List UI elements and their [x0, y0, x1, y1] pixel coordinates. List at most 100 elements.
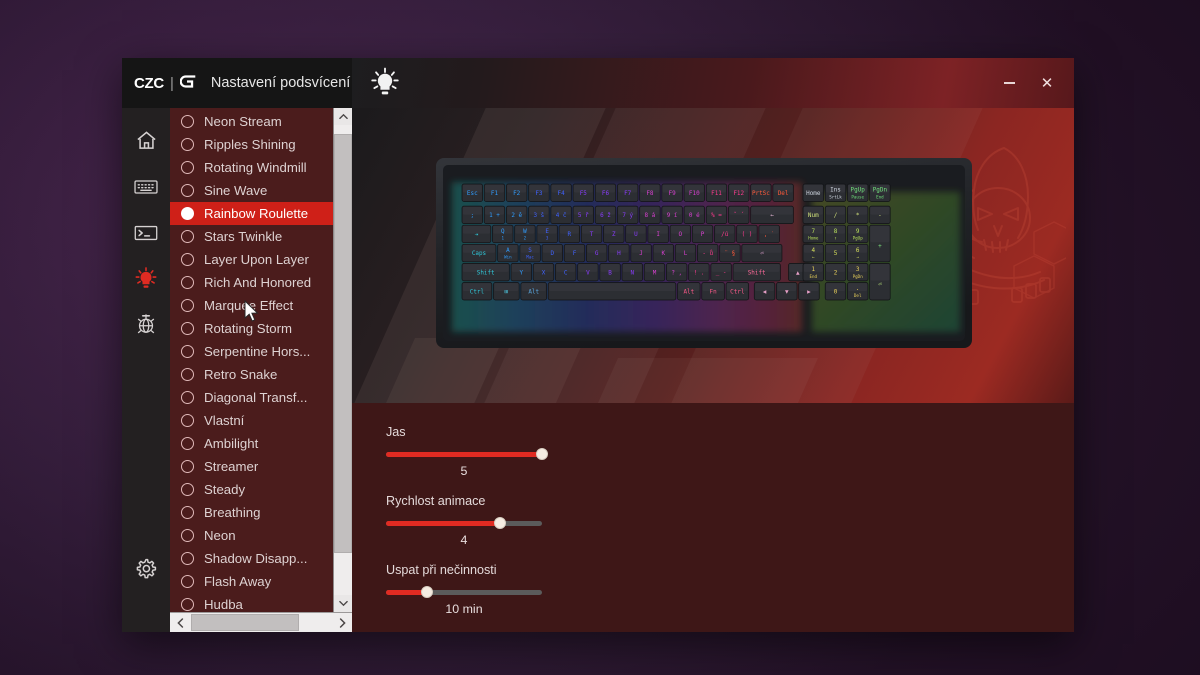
- effect-list-item[interactable]: Rotating Windmill: [170, 156, 333, 179]
- svg-text:V: V: [586, 269, 590, 276]
- sidebar-item-backlight[interactable]: [122, 258, 170, 304]
- radio-icon[interactable]: [181, 506, 194, 519]
- radio-icon[interactable]: [181, 414, 194, 427]
- effect-list-item[interactable]: Serpentine Hors...: [170, 340, 333, 363]
- effect-list-item[interactable]: Hudba: [170, 593, 333, 612]
- slider-knob[interactable]: [420, 586, 433, 598]
- svg-text:O: O: [679, 231, 683, 238]
- effect-list-item[interactable]: Streamer: [170, 455, 333, 478]
- radio-icon[interactable]: [181, 575, 194, 588]
- svg-text:N: N: [630, 269, 634, 276]
- effect-list-item-label: Rich And Honored: [204, 275, 312, 290]
- scroll-right-button[interactable]: [332, 613, 352, 632]
- effect-list-item[interactable]: Flash Away: [170, 570, 333, 593]
- brand-g-logo-icon: [179, 73, 197, 94]
- effect-list-item[interactable]: Neon: [170, 524, 333, 547]
- effect-list[interactable]: Neon Stream Ripples Shining Rotating Windm…: [170, 108, 333, 612]
- radio-icon[interactable]: [181, 483, 194, 496]
- radio-icon[interactable]: [181, 552, 194, 565]
- slider[interactable]: [386, 517, 542, 529]
- effect-list-item[interactable]: Rich And Honored: [170, 271, 333, 294]
- horizontal-scroll-track[interactable]: [190, 613, 332, 632]
- effect-list-item[interactable]: Stars Twinkle: [170, 225, 333, 248]
- svg-text:Alt: Alt: [683, 288, 694, 295]
- svg-text:7 ý: 7 ý: [622, 212, 633, 219]
- effect-list-item[interactable]: Steady: [170, 478, 333, 501]
- backlight-settings-window: CZC | Nastavení podsvícení ✕ Neon Stream…: [122, 58, 1074, 632]
- slider[interactable]: [386, 586, 542, 598]
- slider-knob[interactable]: [493, 517, 506, 529]
- slider-label: Jas: [386, 425, 406, 439]
- radio-icon[interactable]: [181, 460, 194, 473]
- sidebar-item-macro[interactable]: [122, 212, 170, 258]
- radio-icon[interactable]: [181, 345, 194, 358]
- radio-icon[interactable]: [181, 437, 194, 450]
- svg-text:5 ř: 5 ř: [578, 212, 589, 219]
- svg-text:Z: Z: [612, 231, 616, 238]
- slider-value: 10 min: [445, 602, 483, 616]
- effect-list-item[interactable]: Rainbow Roulette: [170, 202, 333, 225]
- svg-text:←: ←: [770, 212, 774, 219]
- radio-icon[interactable]: [181, 184, 194, 197]
- radio-icon[interactable]: [181, 115, 194, 128]
- effect-list-item[interactable]: Diagonal Transf...: [170, 386, 333, 409]
- radio-icon[interactable]: [181, 138, 194, 151]
- vertical-scroll-track[interactable]: [334, 125, 352, 595]
- svg-text:H: H: [617, 250, 621, 257]
- svg-text:9: 9: [856, 228, 860, 235]
- close-button[interactable]: ✕: [1030, 67, 1064, 99]
- effect-list-item-label: Neon: [204, 528, 236, 543]
- scroll-left-button[interactable]: [170, 613, 190, 632]
- svg-text:F1: F1: [491, 190, 499, 197]
- window-controls: ✕: [992, 67, 1074, 99]
- effect-list-item[interactable]: Layer Upon Layer: [170, 248, 333, 271]
- scroll-down-button[interactable]: [334, 595, 352, 612]
- radio-icon[interactable]: [181, 391, 194, 404]
- slider-knob[interactable]: [536, 448, 548, 460]
- radio-icon[interactable]: [181, 161, 194, 174]
- svg-text:U: U: [634, 231, 638, 238]
- effect-list-item[interactable]: Breathing: [170, 501, 333, 524]
- svg-text:Ins: Ins: [830, 187, 841, 194]
- slider[interactable]: [386, 448, 548, 460]
- effect-list-item[interactable]: Neon Stream: [170, 110, 333, 133]
- effect-list-item-label: Ripples Shining: [204, 137, 296, 152]
- radio-icon[interactable]: [181, 529, 194, 542]
- slider-value: 5: [460, 464, 468, 478]
- sidebar-item-settings[interactable]: [122, 548, 170, 594]
- effect-list-item[interactable]: Vlastní: [170, 409, 333, 432]
- scroll-up-button[interactable]: [334, 108, 352, 125]
- sidebar-item-other[interactable]: [122, 304, 170, 350]
- radio-icon[interactable]: [181, 368, 194, 381]
- radio-icon[interactable]: [181, 276, 194, 289]
- radio-icon[interactable]: [181, 322, 194, 335]
- svg-text:Num: Num: [808, 212, 819, 219]
- lightbulb-icon: [133, 266, 159, 297]
- slider-label: Rychlost animace: [386, 494, 486, 508]
- vertical-scrollbar[interactable]: [333, 108, 352, 612]
- svg-text:ˇ ´: ˇ ´: [733, 212, 744, 219]
- radio-icon[interactable]: [181, 299, 194, 312]
- radio-icon[interactable]: [181, 598, 194, 611]
- radio-icon[interactable]: [181, 253, 194, 266]
- svg-text:! .: ! .: [694, 269, 705, 276]
- effect-list-item[interactable]: Sine Wave: [170, 179, 333, 202]
- effect-list-item[interactable]: Ambilight: [170, 432, 333, 455]
- radio-icon[interactable]: [181, 207, 194, 220]
- sidebar-item-home[interactable]: [122, 120, 170, 166]
- minimize-button[interactable]: [992, 67, 1026, 99]
- effect-list-item[interactable]: Retro Snake: [170, 363, 333, 386]
- horizontal-scrollbar[interactable]: [170, 612, 352, 632]
- radio-icon[interactable]: [181, 230, 194, 243]
- svg-text:F7: F7: [624, 190, 632, 197]
- gear-icon: [134, 557, 158, 586]
- vertical-scroll-thumb[interactable]: [334, 134, 352, 553]
- svg-text:W: W: [523, 228, 527, 235]
- svg-text:9 í: 9 í: [667, 212, 678, 219]
- effect-list-item[interactable]: Ripples Shining: [170, 133, 333, 156]
- svg-text:_ -: _ -: [716, 269, 727, 276]
- svg-text:Shift: Shift: [477, 269, 495, 276]
- effect-list-item[interactable]: Shadow Disapp...: [170, 547, 333, 570]
- sidebar-item-keyboard[interactable]: [122, 166, 170, 212]
- horizontal-scroll-thumb[interactable]: [191, 614, 299, 631]
